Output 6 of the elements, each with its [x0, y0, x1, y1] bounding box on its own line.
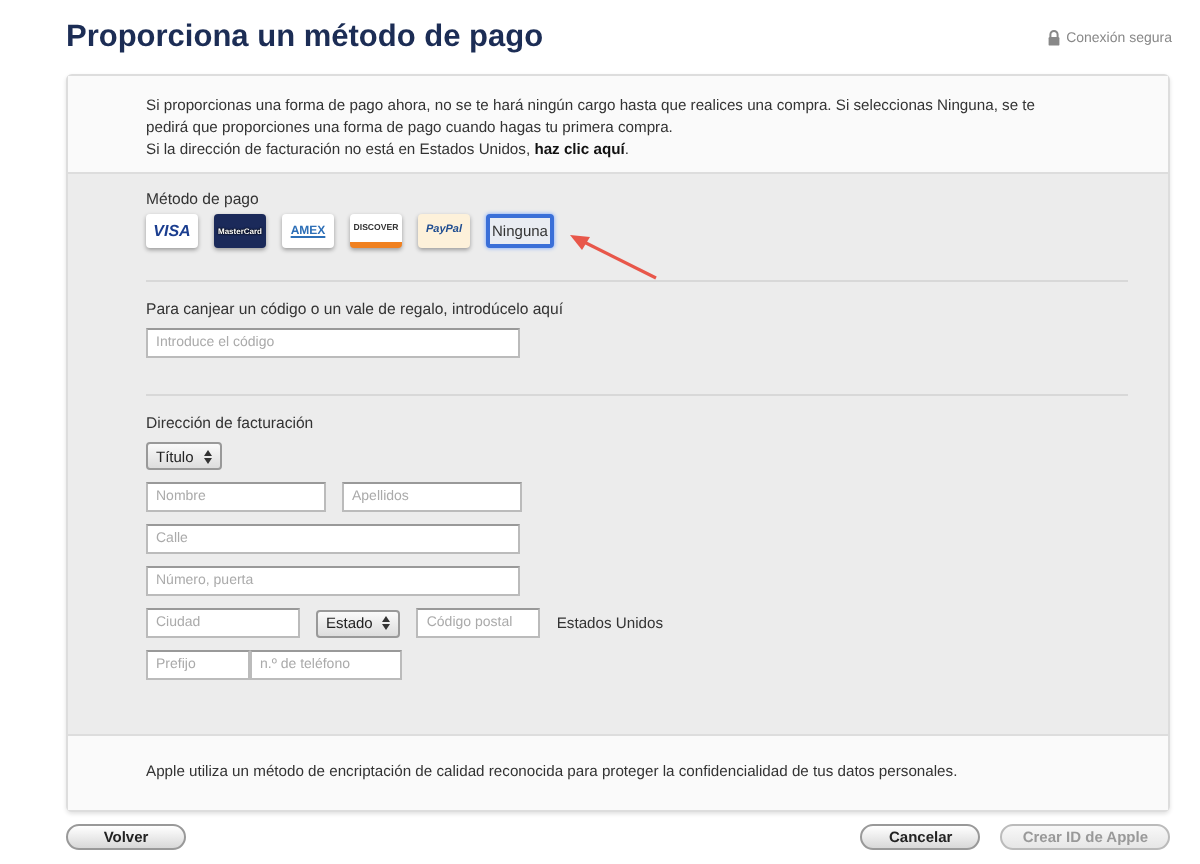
card-logo-button[interactable]: VISA [146, 214, 198, 248]
stepper-arrows-icon [382, 616, 391, 630]
page-title: Proporciona un método de pago [66, 20, 544, 56]
arrow-annotation [568, 230, 660, 282]
stepper-arrows-icon [203, 449, 212, 463]
lock-icon [1048, 30, 1061, 46]
